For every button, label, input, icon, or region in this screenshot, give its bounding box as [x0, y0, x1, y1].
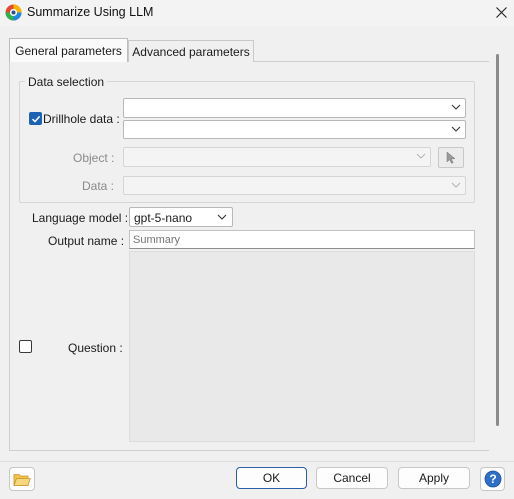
- ok-button[interactable]: OK: [236, 467, 307, 489]
- chevron-down-icon: [217, 214, 227, 220]
- pick-object-button[interactable]: [438, 147, 464, 168]
- question-textarea[interactable]: [129, 251, 475, 442]
- help-button[interactable]: ?: [480, 467, 505, 491]
- tab-advanced-parameters[interactable]: Advanced parameters: [128, 40, 254, 62]
- language-model-combo[interactable]: gpt-5-nano: [129, 207, 233, 227]
- drillhole-combo-2[interactable]: [123, 120, 466, 139]
- chevron-down-icon: [451, 104, 461, 110]
- apply-label: Apply: [418, 471, 450, 485]
- language-model-value: gpt-5-nano: [134, 211, 193, 225]
- tab-label: Advanced parameters: [132, 44, 250, 59]
- drillhole-label: Drillhole data :: [43, 112, 120, 126]
- question-label: Question :: [68, 341, 123, 355]
- vertical-scrollbar[interactable]: [496, 54, 499, 426]
- help-icon: ?: [484, 470, 501, 488]
- open-folder-button[interactable]: [9, 467, 35, 491]
- data-selection-title: Data selection: [25, 75, 108, 89]
- close-button[interactable]: [488, 0, 514, 24]
- output-name-label: Output name :: [48, 234, 125, 248]
- chevron-down-icon: [451, 182, 461, 188]
- folder-icon: [13, 473, 31, 486]
- close-icon: [495, 6, 507, 18]
- footer-divider: [0, 461, 514, 462]
- window-title: Summarize Using LLM: [27, 5, 154, 19]
- object-label: Object :: [73, 151, 115, 165]
- app-logo-icon: [5, 4, 22, 21]
- language-model-label: Language model :: [32, 211, 129, 225]
- cursor-arrow-icon: [446, 151, 456, 164]
- data-label: Data :: [82, 179, 115, 193]
- svg-text:?: ?: [489, 472, 496, 486]
- data-combo[interactable]: [123, 176, 466, 195]
- ok-label: OK: [262, 471, 281, 485]
- chevron-down-icon: [416, 153, 426, 159]
- output-name-input[interactable]: [129, 230, 475, 249]
- apply-button[interactable]: Apply: [398, 467, 470, 489]
- cancel-label: Cancel: [333, 471, 371, 485]
- drillhole-checkbox[interactable]: [29, 112, 42, 125]
- drillhole-combo-1[interactable]: [123, 98, 466, 118]
- checkmark-icon: [31, 115, 40, 123]
- cancel-button[interactable]: Cancel: [316, 467, 388, 489]
- question-checkbox[interactable]: [19, 340, 32, 353]
- chevron-down-icon: [451, 126, 461, 132]
- tab-general-parameters[interactable]: General parameters: [9, 38, 128, 62]
- tab-label: General parameters: [15, 43, 122, 58]
- object-combo[interactable]: [123, 147, 431, 167]
